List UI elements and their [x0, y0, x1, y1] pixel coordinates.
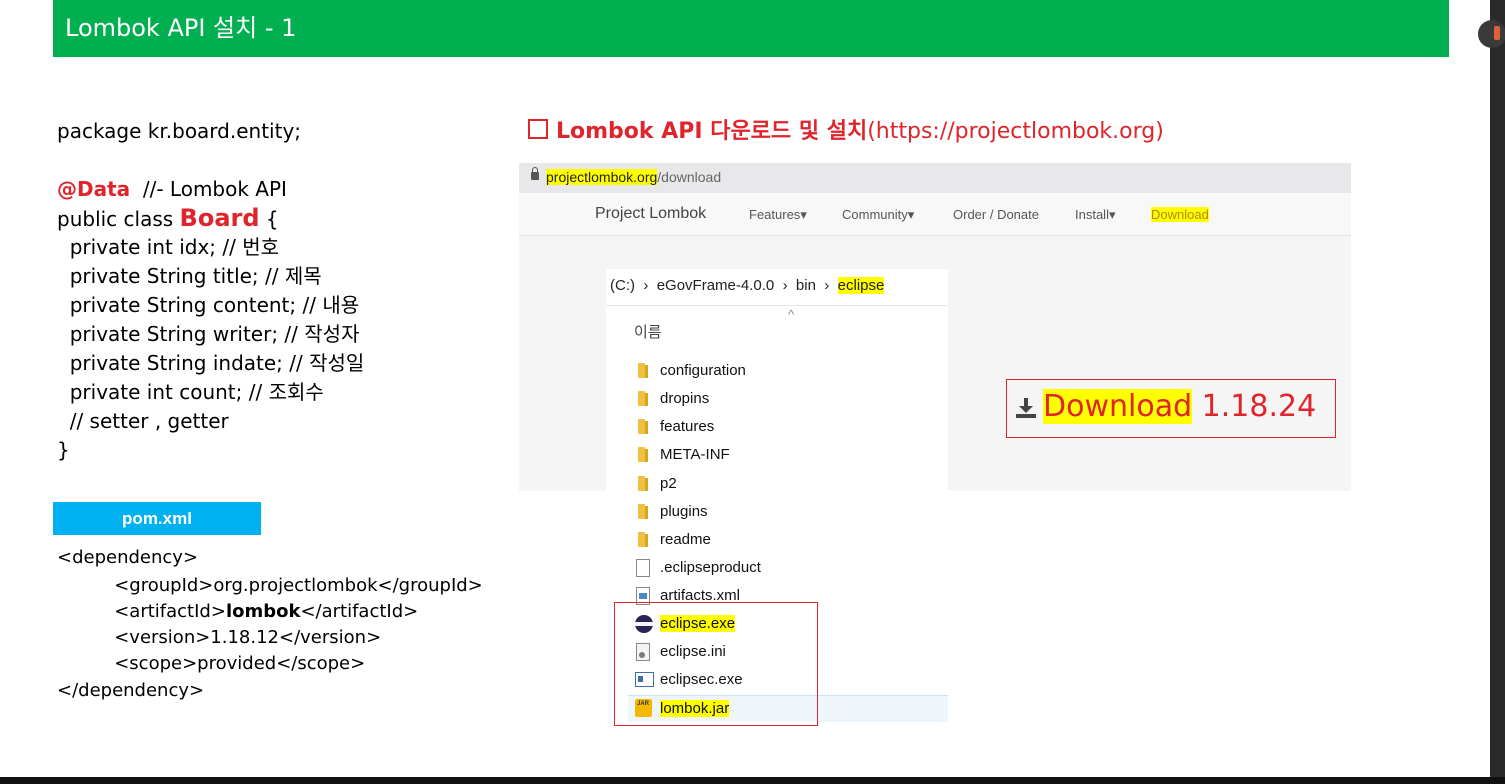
xml-line: <scope>provided</scope> — [57, 653, 366, 674]
code-field: private String indate; // 작성일 — [57, 351, 365, 375]
item-name: features — [660, 418, 715, 435]
caret-down-icon: ▾ — [907, 207, 915, 222]
code-field: private String content; // 내용 — [57, 293, 360, 317]
class-suffix: { — [259, 207, 279, 231]
code-close-brace: } — [57, 438, 70, 462]
item-name: META-INF — [660, 446, 730, 463]
column-header-name[interactable]: 이름 — [634, 321, 662, 342]
nav-label: Order / Donate — [953, 207, 1039, 222]
url-text: projectlombok.org/download — [546, 169, 721, 185]
data-annotation: @Data — [57, 177, 131, 201]
nav-features[interactable]: Features▾ — [749, 207, 807, 223]
crumb-egovframe[interactable]: eGovFrame-4.0.0 — [657, 277, 775, 294]
nav-label: Install — [1075, 207, 1109, 222]
code-class-line: public class Board { — [57, 204, 279, 233]
caret-down-icon: ▾ — [800, 207, 807, 222]
file-icon — [636, 559, 650, 577]
breadcrumb: (C:) › eGovFrame-4.0.0 › bin › eclipse — [610, 277, 885, 294]
crumb-drive[interactable]: (C:) — [610, 277, 635, 294]
crumb-eclipse[interactable]: eclipse — [837, 277, 885, 294]
recording-indicator-icon[interactable] — [1478, 20, 1505, 48]
xml-line: <dependency> — [57, 547, 199, 568]
code-package: package kr.board.entity; — [57, 119, 302, 143]
window-edge-bottom — [0, 777, 1505, 784]
highlight-box — [614, 602, 818, 726]
xml-line: </dependency> — [57, 680, 205, 701]
code-field: private String title; // 제목 — [57, 264, 322, 288]
slide: Lombok API 설치 - 1 package kr.board.entit… — [0, 0, 1490, 777]
nav-label: Features — [749, 207, 801, 222]
download-label: Download — [1043, 389, 1193, 424]
divider — [606, 305, 948, 306]
url-path: /download — [657, 169, 722, 185]
chevron-right-icon: › — [782, 277, 788, 294]
folder-icon — [638, 391, 648, 406]
xml-line: <version>1.18.12</version> — [57, 627, 382, 648]
xml-artifact-open: <artifactId> — [57, 601, 226, 622]
class-prefix: public class — [57, 207, 180, 231]
annotation-comment: //- Lombok API — [130, 177, 287, 201]
nav-install[interactable]: Install▾ — [1075, 207, 1116, 223]
folder-icon — [638, 363, 648, 378]
slide-header: Lombok API 설치 - 1 — [53, 0, 1449, 57]
xml-artifact-close: </artifactId> — [300, 601, 419, 622]
item-name: configuration — [660, 362, 746, 379]
slide-title: Lombok API 설치 - 1 — [65, 14, 297, 42]
code-field: private int idx; // 번호 — [57, 235, 280, 259]
square-bullet-icon — [528, 119, 548, 139]
folder-icon — [638, 504, 648, 519]
caret-down-icon: ▾ — [1108, 207, 1116, 222]
xml-line-artifact: <artifactId>lombok</artifactId> — [57, 601, 418, 622]
nav-download[interactable]: Download — [1151, 207, 1209, 222]
nav-label: Download — [1151, 207, 1209, 222]
address-bar[interactable]: projectlombok.org/download — [519, 163, 1351, 193]
download-icon — [1016, 398, 1036, 418]
code-comment: // setter , getter — [57, 409, 229, 433]
section-title-text: Lombok API 다운로드 및 설치 — [556, 119, 868, 144]
download-text: Download 1.18.24 — [1043, 389, 1316, 424]
nav-order-donate[interactable]: Order / Donate — [953, 207, 1039, 222]
item-name: dropins — [660, 390, 710, 407]
xml-artifact-name: lombok — [225, 601, 301, 622]
site-navbar: Project Lombok Features▾ Community▾ Orde… — [519, 193, 1351, 236]
folder-icon — [638, 476, 648, 491]
section-title: Lombok API 다운로드 및 설치(https://projectlomb… — [528, 113, 1164, 145]
crumb-bin[interactable]: bin — [796, 277, 816, 294]
nav-community[interactable]: Community▾ — [842, 207, 914, 223]
window-edge — [1490, 0, 1505, 784]
section-url: (https://projectlombok.org) — [867, 119, 1164, 144]
chevron-right-icon: › — [643, 277, 649, 294]
folder-icon — [638, 419, 648, 434]
item-name: .eclipseproduct — [660, 559, 761, 576]
lock-icon — [531, 167, 539, 180]
nav-label: Community — [842, 207, 908, 222]
code-annotation-line: @Data //- Lombok API — [57, 175, 287, 203]
sort-up-icon: ^ — [788, 307, 795, 322]
item-name: p2 — [660, 475, 677, 492]
item-name: readme — [660, 531, 711, 548]
url-host: projectlombok.org — [546, 169, 658, 185]
download-version: 1.18.24 — [1201, 389, 1317, 424]
chevron-right-icon: › — [824, 277, 830, 294]
pom-label: pom.xml — [53, 502, 261, 535]
class-name: Board — [179, 204, 260, 232]
folder-icon — [638, 532, 648, 547]
download-button[interactable]: Download 1.18.24 — [1006, 379, 1336, 438]
code-field: private int count; // 조회수 — [57, 380, 324, 404]
site-brand[interactable]: Project Lombok — [595, 205, 706, 223]
xml-line: <groupId>org.projectlombok</groupId> — [57, 575, 483, 596]
folder-icon — [638, 447, 648, 462]
code-field: private String writer; // 작성자 — [57, 322, 360, 346]
item-name: plugins — [660, 503, 708, 520]
